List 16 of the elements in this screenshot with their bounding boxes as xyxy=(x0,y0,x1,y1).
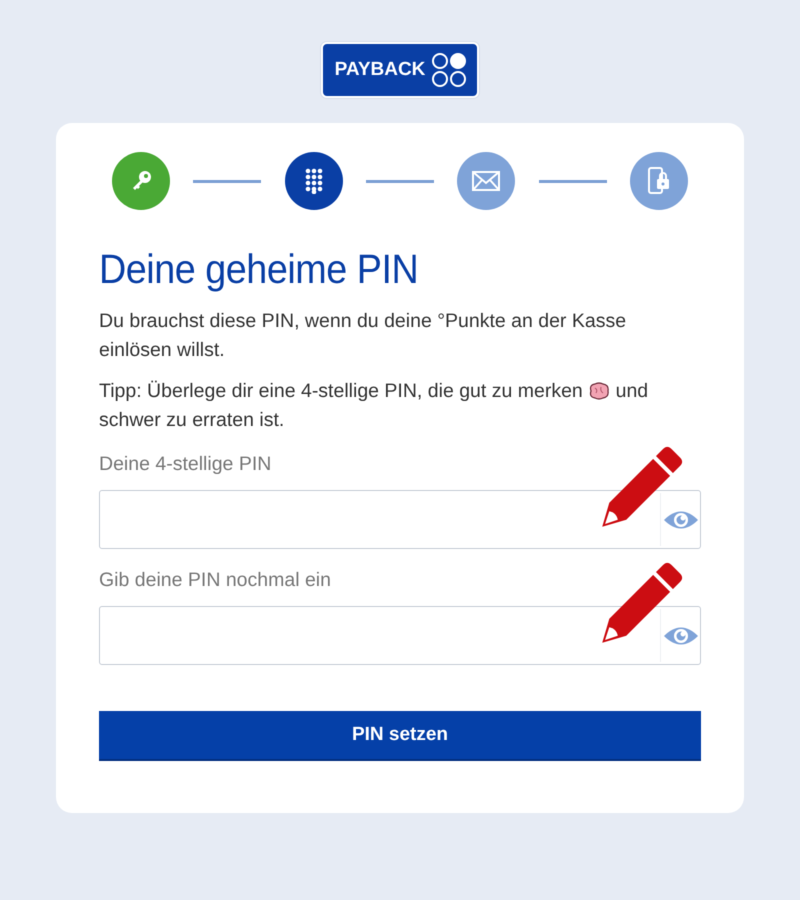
circles-icon xyxy=(431,52,468,88)
brain-icon xyxy=(588,382,610,400)
field-label: Gib deine PIN nochmal ein xyxy=(99,569,332,592)
page-heading: Deine geheime PIN xyxy=(99,246,420,293)
intro-text: Du brauchst diese PIN, wenn du deine °Punkte an der Kasse einlösen willst. xyxy=(99,309,628,363)
mail-icon xyxy=(472,171,500,191)
field-label: Deine 4-stellige PIN xyxy=(99,453,272,476)
pin-input-field[interactable] xyxy=(99,490,701,549)
tip-text: Tipp: Überlege dir eine 4-stellige PIN, die gut zu merken und schwer zu erraten ist. xyxy=(99,379,650,433)
eye-icon[interactable] xyxy=(660,609,700,662)
eye-icon[interactable] xyxy=(660,493,700,546)
submit-button[interactable]: PIN setzen xyxy=(99,711,701,761)
keypad-icon xyxy=(304,168,323,194)
pin-input-field[interactable] xyxy=(99,606,701,665)
logo-text: PAYBACK xyxy=(334,59,426,81)
phone-lock-icon xyxy=(646,167,671,195)
